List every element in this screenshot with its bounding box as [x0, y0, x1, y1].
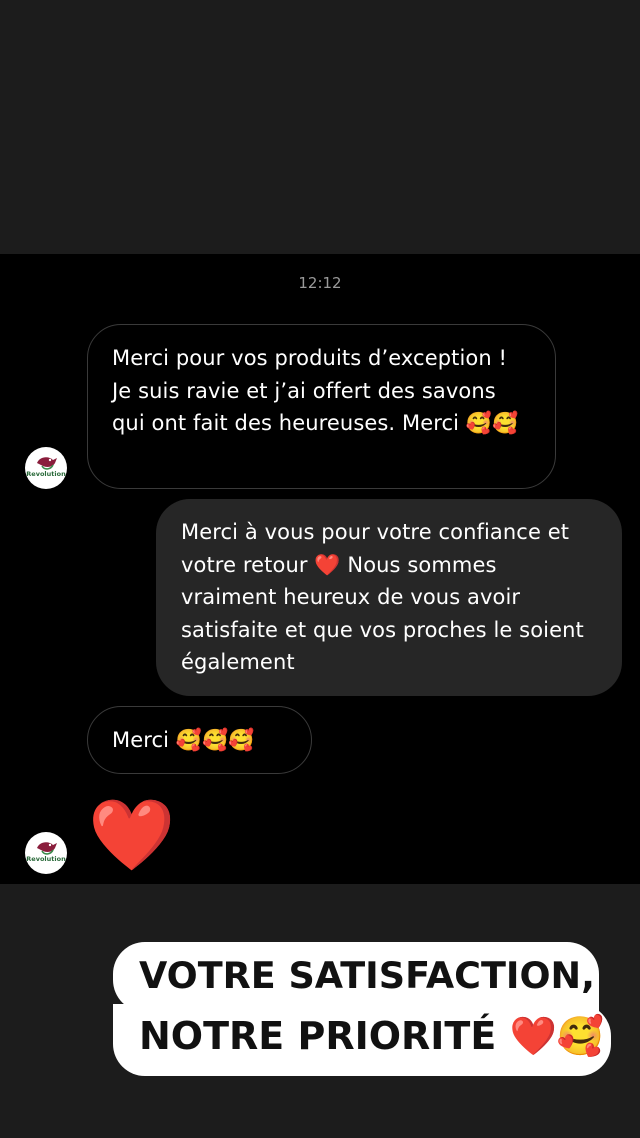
revolution-logo-icon: Revolution [26, 842, 66, 863]
message-timestamp: 12:12 [298, 274, 342, 292]
caption-text: VOTRE SATISFACTION, [139, 954, 596, 997]
caption-line-1: VOTRE SATISFACTION, [113, 942, 599, 1012]
caption-line-2: NOTRE PRIORITÉ ❤️🥰 [113, 1004, 611, 1076]
heart-smile-emoji-icon: ❤️🥰 [509, 1014, 605, 1058]
top-background [0, 0, 640, 254]
revolution-logo-icon: Revolution [26, 457, 66, 478]
sender-avatar[interactable]: Revolution [25, 832, 67, 874]
avatar-logo-text: Revolution [26, 470, 66, 478]
incoming-message-bubble[interactable]: Merci pour vos produits d’exception ! Je… [87, 324, 556, 489]
heart-emoji-message[interactable]: ❤️ [88, 790, 175, 880]
caption-text: NOTRE PRIORITÉ [139, 1014, 497, 1058]
sender-avatar[interactable]: Revolution [25, 447, 67, 489]
incoming-message-bubble[interactable]: Merci 🥰🥰🥰 [87, 706, 312, 774]
avatar-logo-text: Revolution [26, 855, 66, 863]
outgoing-message-bubble[interactable]: Merci à vous pour votre confiance et vot… [156, 499, 622, 696]
